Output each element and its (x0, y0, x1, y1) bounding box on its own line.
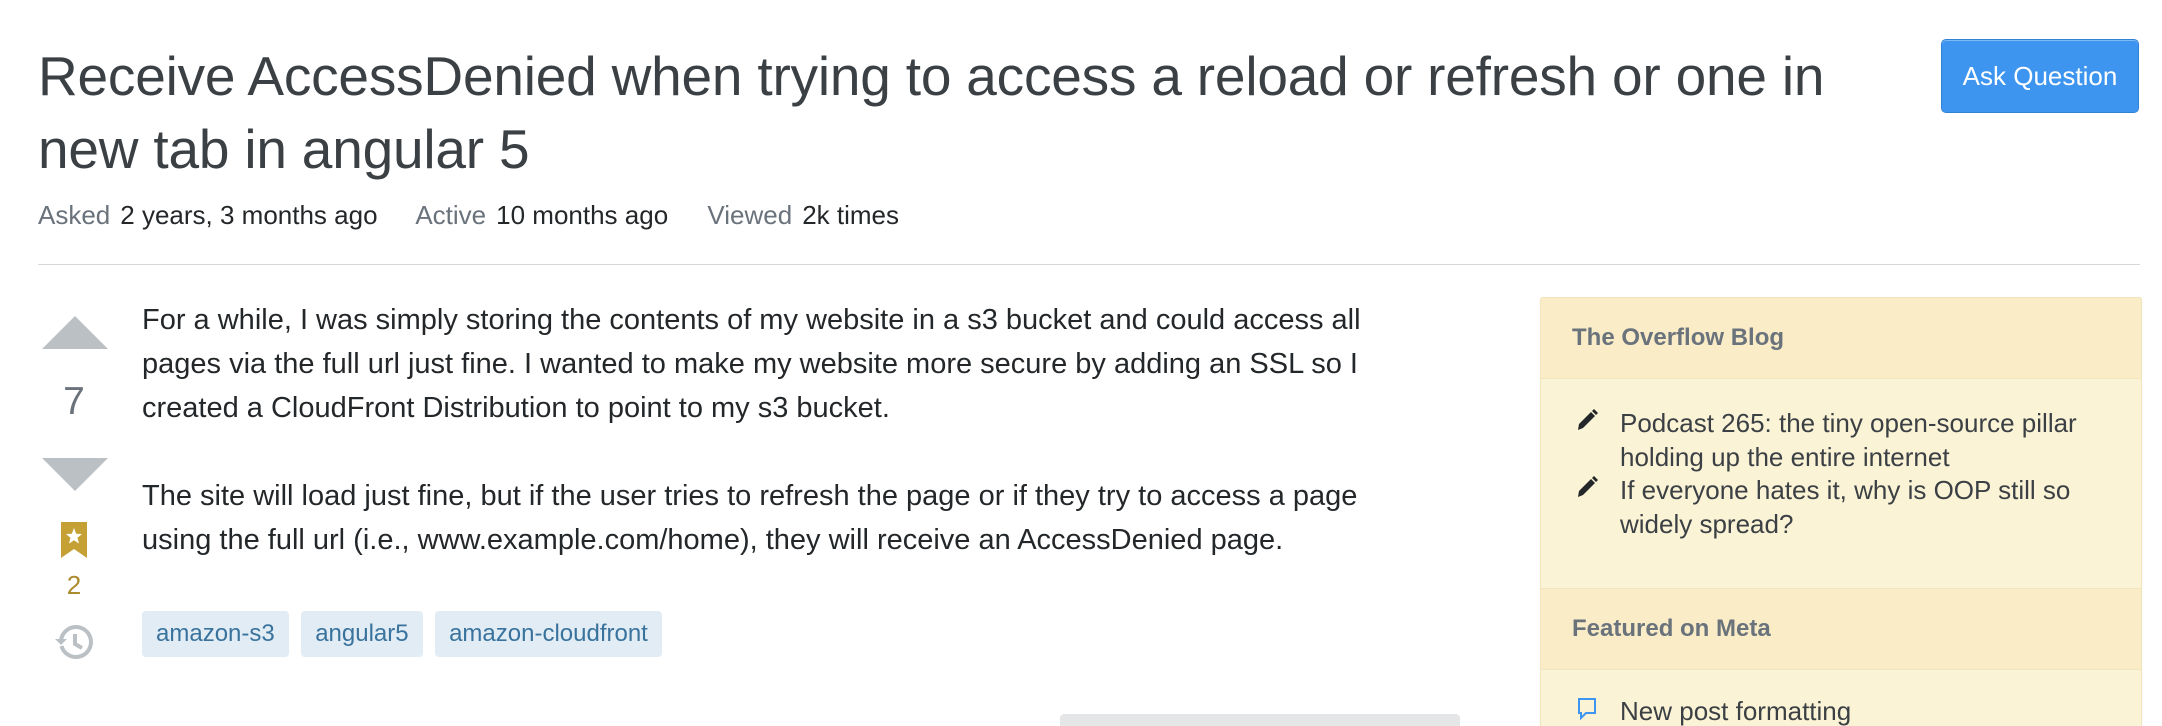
question-header: Receive AccessDenied when trying to acce… (38, 30, 2139, 265)
tag-amazon-cloudfront[interactable]: amazon-cloudfront (435, 611, 662, 657)
user-card-edge (1060, 714, 1460, 726)
blog-item-text[interactable]: If everyone hates it, why is OOP still s… (1620, 473, 2120, 541)
viewed-label: Viewed (707, 200, 793, 230)
post-paragraph: The site will load just fine, but if the… (142, 480, 1358, 556)
post-body: For a while, I was simply storing the co… (142, 298, 1432, 606)
meta-heading: Featured on Meta (1541, 588, 2141, 670)
blog-item-text[interactable]: Podcast 265: the tiny open-source pillar… (1620, 406, 2120, 474)
upvote-arrow-icon[interactable] (42, 316, 108, 349)
active-value[interactable]: 10 months ago (496, 200, 668, 230)
vote-cell: 7 2 (38, 300, 110, 680)
pencil-icon (1578, 476, 1598, 497)
blog-heading: The Overflow Blog (1541, 297, 2141, 379)
ask-question-button[interactable]: Ask Question (1941, 39, 2139, 113)
header-divider (38, 264, 2140, 265)
downvote-arrow-icon[interactable] (42, 458, 108, 491)
speech-bubble-icon (1578, 698, 1596, 721)
bookmark-star-icon[interactable] (61, 522, 87, 558)
post-tags: amazon-s3 angular5 amazon-cloudfront (142, 611, 670, 657)
vote-count: 7 (63, 380, 85, 423)
sidebar-widget: The Overflow Blog Podcast 265: the tiny … (1540, 297, 2142, 726)
history-icon[interactable] (55, 622, 95, 662)
pencil-icon (1578, 409, 1598, 430)
tag-amazon-s3[interactable]: amazon-s3 (142, 611, 289, 657)
bookmark-count: 2 (66, 570, 82, 600)
tag-angular5[interactable]: angular5 (301, 611, 423, 657)
post-paragraph: For a while, I was simply storing the co… (142, 304, 1361, 424)
active-label: Active (415, 200, 487, 230)
asked-label: Asked (38, 200, 111, 230)
question-stats: Asked 2 years, 3 months ago Active 10 mont… (38, 200, 931, 231)
meta-item-text[interactable]: New post formatting (1620, 694, 2120, 726)
asked-value[interactable]: 2 years, 3 months ago (120, 200, 377, 230)
viewed-value: 2k times (802, 200, 900, 230)
question-title[interactable]: Receive AccessDenied when trying to acce… (38, 40, 1888, 186)
